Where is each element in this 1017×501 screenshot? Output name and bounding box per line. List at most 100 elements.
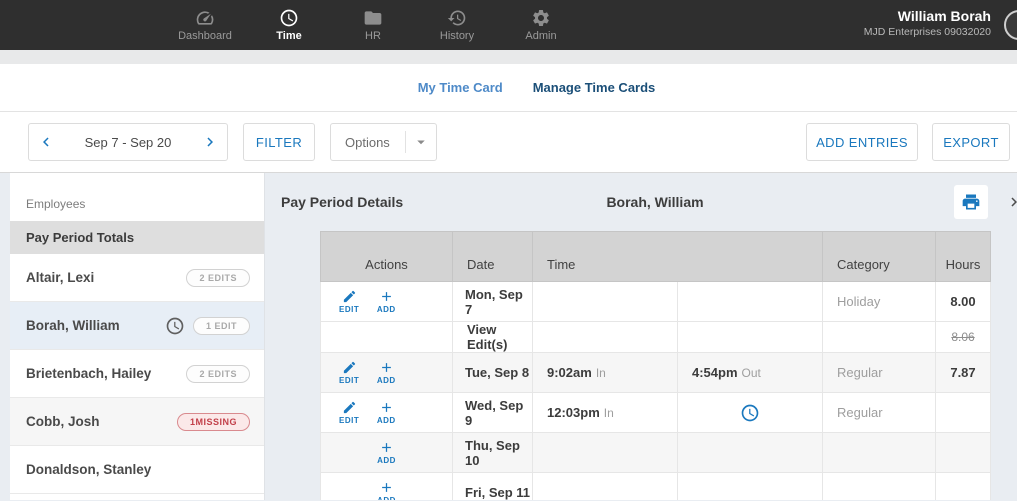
actions-cell: EDIT ADD [320,392,453,433]
employee-badges: 1MISSING [176,412,250,431]
time-out-cell [677,281,823,322]
category-cell [822,432,936,473]
edit-entry-button[interactable]: EDIT [339,400,359,425]
category-cell [822,472,936,500]
tab-group: My Time Card Manage Time Cards [418,80,656,95]
employee-badges: 2 EDITS [186,268,250,287]
panel-header: Pay Period Details Borah, William [265,173,1017,231]
timecard-tabbar: My Time Card Manage Time Cards [0,64,1017,112]
add-entry-button[interactable]: ADD [377,289,396,314]
chevron-right-icon[interactable] [201,133,219,151]
navbar-gap [0,50,1017,64]
table-row: EDIT ADD Mon, Sep 7 Holiday 8.00 [320,281,991,322]
time-in-cell [532,432,678,473]
pending-clock-icon[interactable] [740,403,760,423]
tab-my-time-card[interactable]: My Time Card [418,80,503,95]
employee-name: Borah, William [26,318,120,333]
chevron-down-icon[interactable] [412,133,430,151]
employee-row-altair[interactable]: Altair, Lexi 2 EDITS [10,254,264,302]
chevron-left-icon[interactable] [37,133,55,151]
employees-sidebar: Employees Pay Period Totals Altair, Lexi… [10,173,265,500]
employee-row-borah[interactable]: Borah, William 1 EDIT [10,302,264,350]
main-nav: Dashboard Time HR History Admin [163,0,583,50]
nav-item-hr[interactable]: HR [331,0,415,50]
edit-entry-button[interactable]: EDIT [339,289,359,314]
employee-name: Donaldson, Stanley [26,462,152,477]
employee-row-brietenbach[interactable]: Brietenbach, Hailey 2 EDITS [10,350,264,398]
time-in-cell: 9:02am In [532,352,678,393]
col-header-time: Time [532,231,823,282]
col-header-actions: Actions [320,231,453,282]
view-edits-link[interactable]: View Edit(s) [452,321,533,353]
panel-collapse-chevron-icon[interactable] [1005,193,1017,211]
pay-period-navigator: Sep 7 - Sep 20 [28,123,228,161]
edit-label: EDIT [339,376,360,385]
plus-icon [382,483,391,492]
filter-button[interactable]: FILTER [243,123,315,161]
clock-icon [280,9,298,27]
out-tag: Out [741,366,761,380]
options-button[interactable]: Options [330,123,437,161]
employee-row-donaldson[interactable]: Donaldson, Stanley [10,446,264,494]
folder-icon [364,11,382,25]
col-header-date: Date [452,231,533,282]
actions-cell: ADD [320,432,453,473]
pay-period-totals-label: Pay Period Totals [26,230,135,245]
view-edits-row: View Edit(s) 8.06 [320,321,991,353]
export-button[interactable]: EXPORT [932,123,1010,161]
time-out-cell [677,432,823,473]
nav-label-admin: Admin [525,30,557,42]
employee-row-cobb[interactable]: Cobb, Josh 1MISSING [10,398,264,446]
table-row: EDIT ADD Wed, Sep 9 12:03pm In Regular [320,392,991,433]
add-entry-button[interactable]: ADD [377,440,396,465]
add-label: ADD [376,305,396,314]
edits-badge: 1 EDIT [192,316,250,335]
category-cell: Regular [822,352,936,393]
add-entry-button[interactable]: ADD [377,400,396,425]
table-header-row: Actions Date Time Category Hours [320,231,991,282]
actions-cell: EDIT ADD [320,352,453,393]
edits-badge: 2 EDITS [186,364,250,383]
edit-entry-button[interactable]: EDIT [339,360,359,385]
employee-name: Altair, Lexi [26,270,95,285]
time-in-cell [532,281,678,322]
employee-name: Brietenbach, Hailey [26,366,152,381]
user-info[interactable]: William Borah MJD Enterprises 09032020 [864,7,991,39]
category-cell [822,321,936,353]
date-cell: Tue, Sep 8 [452,352,533,393]
out-time: 4:54pm [692,365,738,380]
col-header-hours: Hours [935,231,991,282]
nav-label-history: History [439,30,475,42]
actions-cell [320,321,453,353]
actions-cell: ADD [320,472,453,500]
gear-icon [533,10,549,26]
table-row: ADD Thu, Sep 10 [320,432,991,473]
user-name: William Borah [897,8,991,24]
add-label: ADD [377,496,396,500]
app-window: Dashboard Time HR History Admin William … [0,0,1017,501]
hours-cell [935,392,991,433]
add-entry-button[interactable]: ADD [377,360,396,385]
add-entry-button[interactable]: ADD [377,480,396,500]
nav-item-time[interactable]: Time [247,0,331,50]
add-label: ADD [376,376,396,385]
hours-cell [935,432,991,473]
pay-period-totals-item[interactable]: Pay Period Totals [10,221,264,254]
time-in-cell [532,321,678,353]
table-row: ADD Fri, Sep 11 [320,472,991,500]
print-button[interactable] [954,185,988,219]
nav-item-admin[interactable]: Admin [499,0,583,50]
pencil-icon [343,401,355,414]
avatar[interactable] [1004,10,1017,40]
edit-label: EDIT [339,416,360,425]
plus-icon [381,363,391,372]
time-card-table: Actions Date Time Category Hours EDIT AD… [320,231,991,500]
add-entries-button[interactable]: ADD ENTRIES [806,123,918,161]
tab-manage-time-cards[interactable]: Manage Time Cards [533,80,656,95]
nav-item-dashboard[interactable]: Dashboard [163,0,247,50]
date-cell: Wed, Sep 9 [452,392,533,433]
plus-icon [382,443,391,452]
toolbar: Sep 7 - Sep 20 FILTER Options ADD ENTRIE… [0,112,1017,173]
actions-cell: EDIT ADD [320,281,453,322]
nav-item-history[interactable]: History [415,0,499,50]
